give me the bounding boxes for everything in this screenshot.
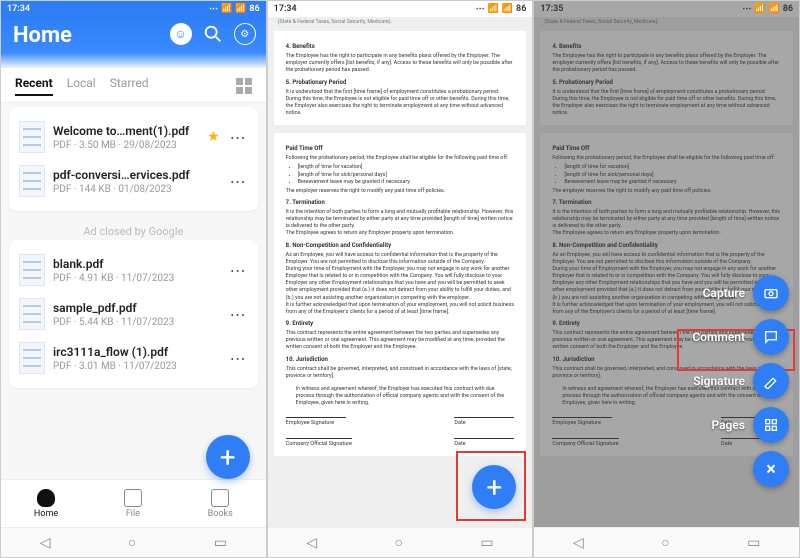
file-name: blank.pdf — [53, 257, 220, 271]
tab-recent[interactable]: Recent — [15, 76, 53, 96]
signature-icon — [753, 363, 789, 399]
file-group: Welcome to…ment(1).pdf PDF · 3.50 MB · 2… — [9, 107, 258, 211]
file-thumb-icon — [19, 342, 45, 374]
assistant-icon[interactable]: ☺ — [170, 23, 192, 45]
sec-termination: 7. Termination — [286, 199, 515, 207]
time: 17:34 — [7, 4, 30, 14]
sig-date: Date — [454, 438, 514, 448]
file-name: irc3111a_flow (1).pdf — [53, 345, 220, 359]
sec-jurisdiction: 10. Jurisdiction — [286, 356, 515, 364]
phone-home: 17:34 ⋯📶📶86 Home ☺ ⚙ Recent Local Starre… — [0, 0, 267, 558]
doc-crumb: (State & Federal Taxes, Social Security,… — [268, 17, 533, 27]
menu-signature[interactable]: Signature — [693, 363, 789, 399]
file-row[interactable]: sample_pdf.pdf PDF · 5.44 KB · 11/07/202… — [15, 292, 252, 336]
sig-employee: Employee Signature — [286, 417, 346, 427]
more-icon[interactable]: ⋯ — [228, 349, 248, 368]
file-thumb-icon — [19, 298, 45, 330]
camera-icon — [753, 275, 789, 311]
sec-probation: 5. Probationary Period — [286, 79, 515, 87]
time: 17:35 — [540, 4, 563, 14]
file-list[interactable]: Welcome to…ment(1).pdf PDF · 3.50 MB · 2… — [1, 103, 266, 479]
tabs: Recent Local Starred — [1, 68, 266, 103]
system-nav: ◁ ○ ▭ — [1, 527, 266, 557]
close-icon: × — [753, 451, 789, 487]
recent-apps-icon[interactable]: ▭ — [480, 535, 493, 551]
sys-home-icon[interactable]: ○ — [661, 534, 669, 551]
phone-doc: 17:34 ⋯📶📶86 (State & Federal Taxes, Soci… — [267, 0, 534, 558]
sys-home-icon[interactable]: ○ — [128, 534, 136, 551]
time: 17:34 — [274, 4, 297, 14]
recent-apps-icon[interactable]: ▭ — [214, 535, 227, 551]
sig-date: Date — [454, 417, 514, 427]
pages-icon — [753, 407, 789, 443]
phone-doc-menu: 17:35 ⋯📶📶86 (State & Federal Taxes, Soci… — [533, 0, 800, 558]
file-name: Welcome to…ment(1).pdf — [53, 124, 199, 138]
comment-icon — [753, 319, 789, 355]
doc-viewer[interactable]: (State & Federal Taxes, Social Security,… — [268, 17, 533, 527]
file-meta: PDF · 3.50 MB · 29/08/2023 — [53, 140, 199, 151]
file-row[interactable]: irc3111a_flow (1).pdf PDF · 3.01 MB · 11… — [15, 336, 252, 380]
system-nav: ◁ ○ ▭ — [268, 527, 533, 557]
ad-banner: Ad closed by Google — [9, 219, 258, 240]
sec-noncompete: 8. Non-Competition and Confidentiality — [286, 242, 515, 250]
header-actions: ☺ ⚙ — [170, 23, 256, 45]
settings-icon[interactable]: ⚙ — [234, 23, 256, 45]
back-icon[interactable]: ◁ — [573, 535, 584, 551]
file-meta: PDF · 4.91 KB · 11/07/2023 — [53, 273, 220, 284]
doc-page: Paid Time Off Following the probationary… — [274, 133, 527, 456]
star-icon[interactable]: ★ — [207, 129, 220, 145]
nav-home[interactable]: Home — [34, 489, 58, 519]
sec-entirety: 9. Entirety — [286, 320, 515, 328]
file-name: pdf-conversi…ervices.pdf — [53, 168, 220, 182]
menu-pages[interactable]: Pages — [711, 407, 789, 443]
more-icon[interactable]: ⋯ — [228, 172, 248, 191]
file-thumb-icon — [19, 254, 45, 286]
status-icons: ⋯📶📶86 — [209, 4, 260, 14]
fab-menu: Capture Comment Signature Pages × — [692, 275, 789, 487]
file-thumb-icon — [19, 165, 45, 197]
sec-benefits: 4. Benefits — [286, 43, 515, 51]
file-row[interactable]: Welcome to…ment(1).pdf PDF · 3.50 MB · 2… — [15, 115, 252, 159]
more-icon[interactable]: ⋯ — [228, 305, 248, 324]
nav-books[interactable]: Books — [208, 489, 233, 519]
more-icon[interactable]: ⋯ — [228, 128, 248, 147]
file-thumb-icon — [19, 121, 45, 153]
sig-row: Employee Signature Date — [286, 417, 515, 427]
sec-pto: Paid Time Off — [286, 145, 515, 153]
search-icon[interactable] — [202, 23, 224, 45]
menu-close[interactable]: × — [753, 451, 789, 487]
doc-page: 4. Benefits The Employee has the right t… — [274, 31, 527, 125]
status-icons: ⋯📶📶86 — [476, 4, 527, 14]
tab-starred[interactable]: Starred — [110, 76, 149, 96]
menu-comment[interactable]: Comment — [692, 319, 789, 355]
home-header: Home ☺ ⚙ — [1, 17, 266, 68]
status-icons: ⋯📶📶86 — [742, 4, 793, 14]
nav-file[interactable]: File — [124, 489, 142, 519]
file-meta: PDF · 144 KB · 01/08/2023 — [53, 184, 220, 195]
sig-company: Company Official Signature — [286, 438, 352, 448]
back-icon[interactable]: ◁ — [306, 535, 317, 551]
file-name: sample_pdf.pdf — [53, 301, 220, 315]
sig-row: Company Official Signature Date — [286, 438, 515, 448]
tab-local[interactable]: Local — [67, 76, 96, 96]
status-bar: 17:34 ⋯📶📶86 — [1, 1, 266, 17]
status-bar: 17:35 ⋯📶📶86 — [534, 1, 799, 17]
file-meta: PDF · 3.01 MB · 11/07/2023 — [53, 361, 220, 372]
back-icon[interactable]: ◁ — [40, 535, 51, 551]
menu-capture[interactable]: Capture — [703, 275, 789, 311]
fab-add-button[interactable]: + — [206, 435, 250, 479]
more-icon[interactable]: ⋯ — [228, 261, 248, 280]
file-meta: PDF · 5.44 KB · 11/07/2023 — [53, 317, 220, 328]
sys-home-icon[interactable]: ○ — [395, 534, 403, 551]
file-row[interactable]: pdf-conversi…ervices.pdf PDF · 144 KB · … — [15, 159, 252, 203]
view-grid-icon[interactable] — [236, 78, 252, 94]
bottom-nav: Home File Books — [1, 479, 266, 527]
system-nav: ◁ ○ ▭ — [534, 527, 799, 557]
file-group: blank.pdf PDF · 4.91 KB · 11/07/2023 ⋯ s… — [9, 240, 258, 388]
file-row[interactable]: blank.pdf PDF · 4.91 KB · 11/07/2023 ⋯ — [15, 248, 252, 292]
status-bar: 17:34 ⋯📶📶86 — [268, 1, 533, 17]
recent-apps-icon[interactable]: ▭ — [747, 535, 760, 551]
